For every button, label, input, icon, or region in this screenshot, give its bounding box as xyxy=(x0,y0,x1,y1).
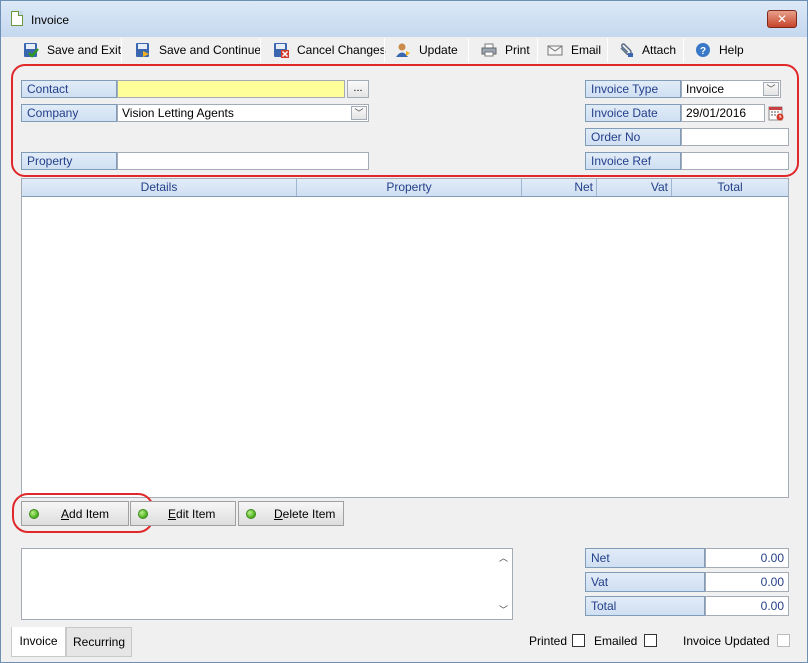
chevron-down-icon[interactable]: ﹀ xyxy=(763,82,779,96)
company-label: Company xyxy=(21,104,117,122)
green-status-icon xyxy=(246,508,256,519)
company-select[interactable]: Vision Letting Agents ﹀ xyxy=(117,104,369,122)
order-no-label: Order No xyxy=(585,128,681,146)
delete-item-button[interactable]: Delete Item xyxy=(238,501,344,526)
chevron-down-icon[interactable]: ﹀ xyxy=(351,106,367,120)
vat-value: 0.00 xyxy=(705,572,789,592)
net-label: Net xyxy=(585,548,705,568)
green-status-icon xyxy=(29,508,39,519)
invoice-updated-checkbox xyxy=(777,634,790,647)
invoice-window: Invoice ✕ Save and Exit Save and Continu… xyxy=(0,0,808,663)
save-continue-label: Save and Continue xyxy=(159,43,262,57)
invoice-items-grid[interactable]: Details Property Net Vat Total xyxy=(21,178,789,498)
save-exit-label: Save and Exit xyxy=(47,43,122,57)
column-header-vat[interactable]: Vat xyxy=(597,179,672,196)
cancel-changes-label: Cancel Changes xyxy=(297,43,386,57)
save-exit-icon xyxy=(23,42,39,58)
document-icon xyxy=(11,11,23,26)
window-title: Invoice xyxy=(31,13,70,27)
emailed-label: Emailed xyxy=(594,634,638,648)
email-label: Email xyxy=(571,43,602,57)
title-bar: Invoice ✕ xyxy=(1,1,807,37)
cancel-changes-button[interactable]: Cancel Changes xyxy=(273,39,386,61)
tab-invoice[interactable]: Invoice xyxy=(11,627,66,657)
save-exit-button[interactable]: Save and Exit xyxy=(23,39,121,61)
notes-textarea[interactable] xyxy=(21,548,513,620)
order-no-field[interactable] xyxy=(681,128,789,146)
invoice-date-label: Invoice Date xyxy=(585,104,681,122)
edit-item-button[interactable]: Edit Item xyxy=(130,501,236,526)
emailed-checkbox[interactable] xyxy=(644,634,657,647)
invoice-ref-label: Invoice Ref xyxy=(585,152,681,170)
company-value: Vision Letting Agents xyxy=(122,106,234,120)
property-label: Property xyxy=(21,152,117,170)
net-value: 0.00 xyxy=(705,548,789,568)
invoice-type-label: Invoice Type xyxy=(585,80,681,98)
email-button[interactable]: Email xyxy=(547,39,601,61)
save-continue-button[interactable]: Save and Continue xyxy=(135,39,261,61)
column-header-details[interactable]: Details xyxy=(22,179,297,196)
column-header-net[interactable]: Net xyxy=(522,179,597,196)
update-label: Update xyxy=(419,43,458,57)
invoice-date-field[interactable]: 29/01/2016 xyxy=(681,104,765,122)
contact-field[interactable] xyxy=(117,80,345,98)
printed-checkbox[interactable] xyxy=(572,634,585,647)
invoice-ref-field[interactable] xyxy=(681,152,789,170)
add-item-label: Add Item xyxy=(61,506,110,521)
print-label: Print xyxy=(505,43,530,57)
column-header-total[interactable]: Total xyxy=(672,179,788,196)
envelope-icon xyxy=(547,42,563,58)
printer-icon xyxy=(481,42,497,58)
green-status-icon xyxy=(138,508,148,519)
update-button[interactable]: Update xyxy=(395,39,458,61)
column-header-property[interactable]: Property xyxy=(297,179,522,196)
help-button[interactable]: ? Help xyxy=(695,39,744,61)
close-button[interactable]: ✕ xyxy=(767,10,797,28)
paperclip-icon xyxy=(618,42,634,58)
attach-button[interactable]: Attach xyxy=(618,39,676,61)
calendar-icon[interactable] xyxy=(768,105,784,121)
print-button[interactable]: Print xyxy=(481,39,530,61)
invoice-updated-label: Invoice Updated xyxy=(683,634,770,648)
grid-header: Details Property Net Vat Total xyxy=(22,179,788,197)
edit-item-label: Edit Item xyxy=(168,506,216,521)
property-field[interactable] xyxy=(117,152,369,170)
help-label: Help xyxy=(719,43,744,57)
attach-label: Attach xyxy=(642,43,677,57)
svg-text:?: ? xyxy=(700,46,706,57)
contact-lookup-button[interactable]: ... xyxy=(347,80,369,98)
vat-label: Vat xyxy=(585,572,705,592)
user-update-icon xyxy=(395,42,411,58)
invoice-type-select[interactable]: Invoice ﹀ xyxy=(681,80,781,98)
cancel-changes-icon xyxy=(273,42,289,58)
delete-item-label: Delete Item xyxy=(274,506,336,521)
total-value: 0.00 xyxy=(705,596,789,616)
invoice-type-value: Invoice xyxy=(686,82,725,96)
toolbar: Save and Exit Save and Continue Cancel C… xyxy=(7,37,801,63)
tab-recurring[interactable]: Recurring xyxy=(66,627,132,657)
total-label: Total xyxy=(585,596,705,616)
add-item-button[interactable]: Add Item xyxy=(21,501,129,526)
help-icon: ? xyxy=(695,42,711,58)
printed-label: Printed xyxy=(529,634,568,648)
save-continue-icon xyxy=(135,42,151,58)
contact-label: Contact xyxy=(21,80,117,98)
